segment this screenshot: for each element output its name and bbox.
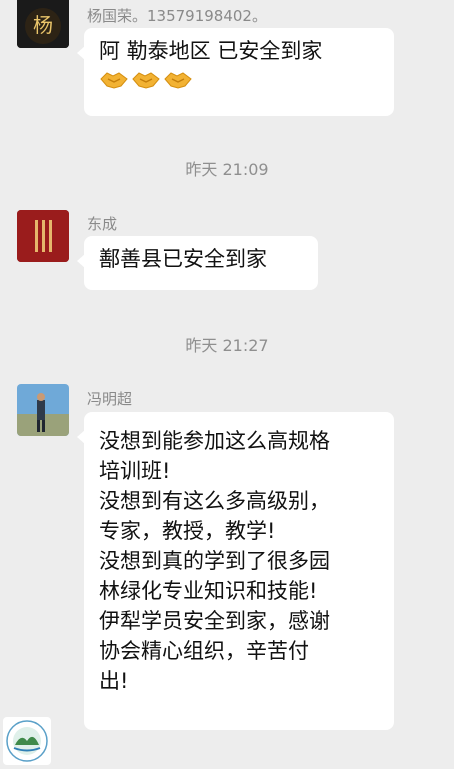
message-line: 专家，教授，教学! — [99, 519, 276, 543]
avatar-image — [17, 210, 69, 262]
message-line: 出! — [99, 669, 129, 693]
sender-name: 杨国荣。13579198402。 — [87, 7, 267, 25]
emoji-row — [99, 68, 379, 90]
message-line: 林绿化专业知识和技能! — [99, 579, 318, 603]
avatar[interactable]: 杨 — [17, 0, 69, 48]
association-logo — [3, 717, 51, 765]
association-logo-icon — [6, 720, 48, 762]
timestamp: 昨天 21:09 — [185, 160, 269, 179]
message-bubble[interactable]: 没想到能参加这么高规格 培训班! 没想到有这么多高级别， 专家，教授，教学! 没… — [77, 412, 394, 730]
handshake-icon — [164, 72, 192, 89]
handshake-icon — [100, 72, 128, 89]
avatar-image: 杨 — [17, 0, 69, 48]
message-line: 培训班! — [99, 459, 171, 483]
message-line: 没想到能参加这么高规格 — [99, 429, 330, 453]
avatar[interactable] — [17, 384, 69, 436]
message-line: 伊犁学员安全到家，感谢 — [99, 609, 330, 633]
message-text: 阿 勒泰地区 已安全到家 — [99, 39, 323, 63]
avatar[interactable] — [17, 210, 69, 262]
message-bubble[interactable]: 鄯善县已安全到家 — [77, 236, 318, 290]
message-line: 没想到有这么多高级别， — [99, 489, 330, 513]
sender-name: 东成 — [87, 215, 118, 233]
svg-text:杨: 杨 — [33, 13, 53, 37]
message-line: 没想到真的学到了很多园 — [99, 549, 330, 573]
message-line: 协会精心组织，辛苦付 — [99, 639, 309, 663]
avatar-image — [17, 384, 69, 436]
message-bubble[interactable]: 阿 勒泰地区 已安全到家 — [77, 28, 394, 116]
sender-name: 冯明超 — [87, 390, 133, 408]
handshake-icon — [132, 72, 160, 89]
timestamp: 昨天 21:27 — [185, 336, 269, 355]
message-text: 鄯善县已安全到家 — [99, 247, 267, 271]
